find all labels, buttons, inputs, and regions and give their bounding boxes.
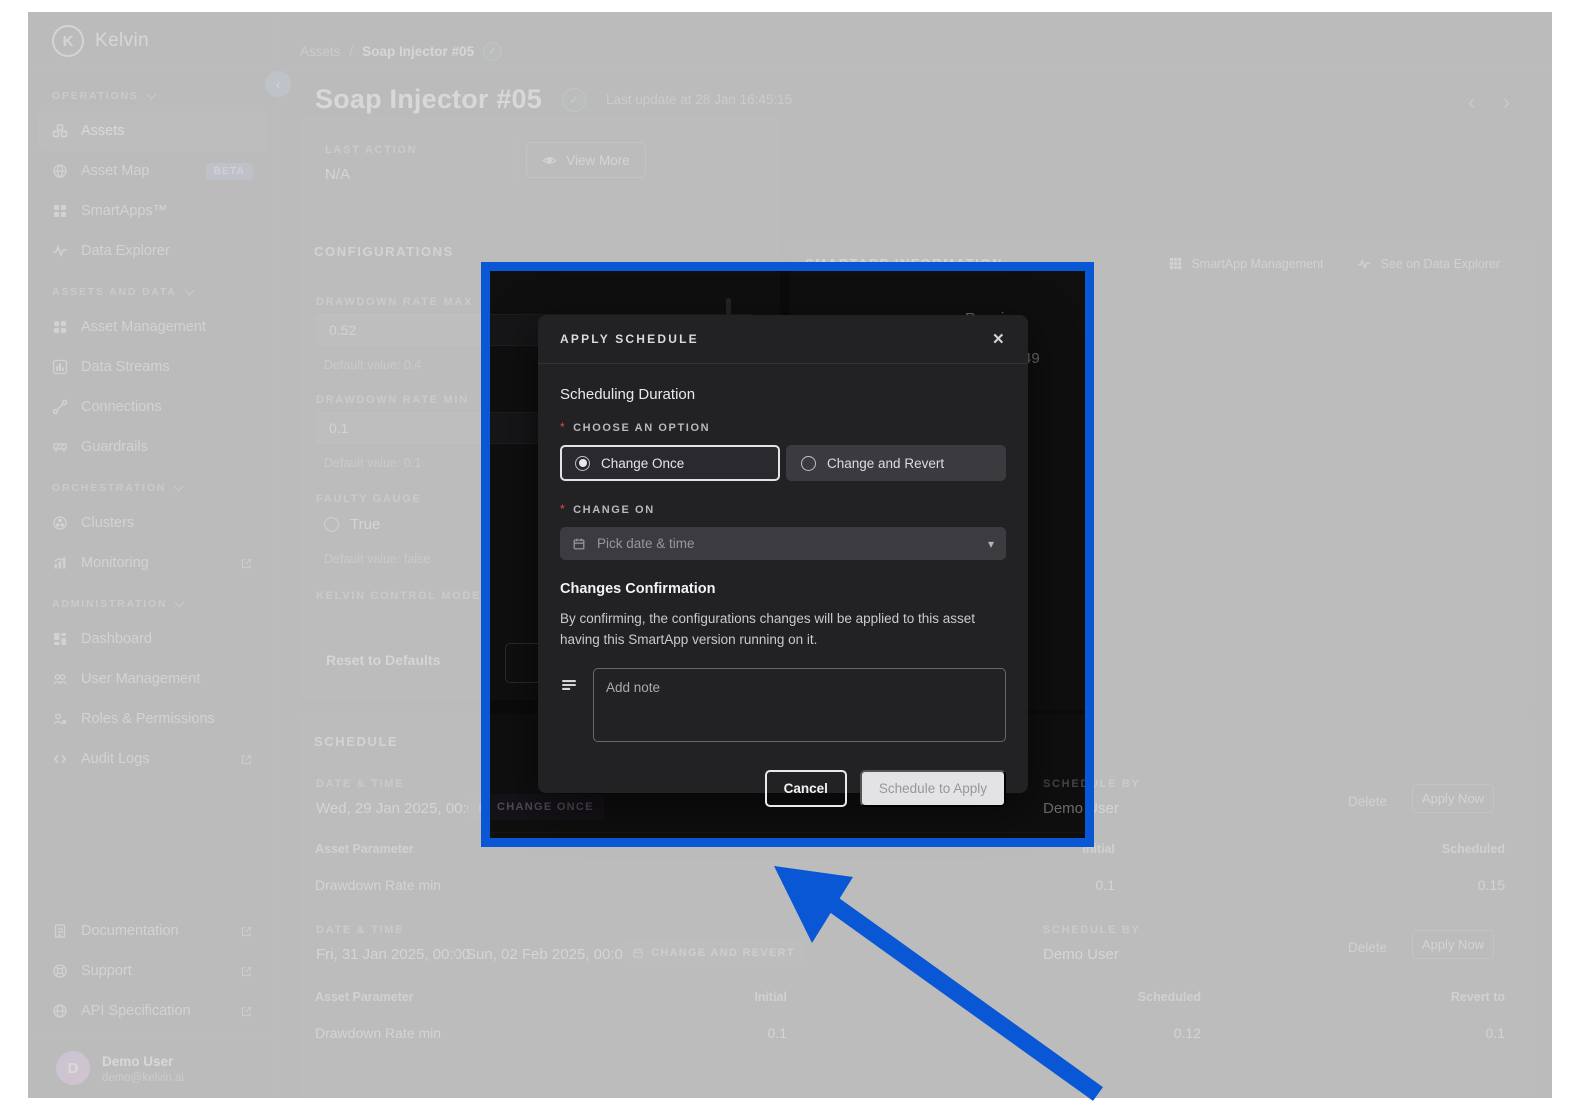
confirmation-text: By confirming, the configurations change…: [560, 608, 1006, 651]
scheduling-duration-heading: Scheduling Duration: [560, 386, 1006, 403]
note-lines-icon: [560, 676, 578, 694]
apply-schedule-modal: APPLY SCHEDULE × Scheduling Duration * C…: [538, 315, 1028, 793]
calendar-icon: [572, 537, 586, 551]
close-icon[interactable]: ×: [993, 330, 1006, 349]
modal-header: APPLY SCHEDULE ×: [538, 315, 1028, 364]
required-marker: *: [560, 420, 565, 434]
schedule-to-apply-button[interactable]: Schedule to Apply: [860, 770, 1006, 807]
note-row: [560, 668, 1006, 742]
date-placeholder: Pick date & time: [597, 536, 695, 551]
radio-unselected-icon: [801, 456, 816, 471]
choose-option-label: * CHOOSE AN OPTION: [560, 418, 1006, 436]
app-window: K Kelvin OPERATIONS Assets Asset Map BET…: [28, 12, 1552, 1098]
modal-body: Scheduling Duration * CHOOSE AN OPTION C…: [538, 364, 1028, 807]
add-note-input[interactable]: [593, 668, 1006, 742]
change-and-revert-option[interactable]: Change and Revert: [786, 445, 1006, 481]
cancel-button[interactable]: Cancel: [765, 770, 847, 807]
duration-options: Change Once Change and Revert: [560, 445, 1006, 481]
changes-confirmation-heading: Changes Confirmation: [560, 581, 1006, 597]
date-time-picker[interactable]: Pick date & time ▾: [560, 527, 1006, 560]
required-marker: *: [560, 502, 565, 516]
change-once-option[interactable]: Change Once: [560, 445, 780, 481]
change-on-label: * CHANGE ON: [560, 500, 1006, 518]
chevron-down-icon: ▾: [988, 537, 994, 551]
modal-title: APPLY SCHEDULE: [560, 332, 699, 346]
radio-selected-icon: [575, 456, 590, 471]
modal-footer: Cancel Schedule to Apply: [560, 770, 1006, 807]
